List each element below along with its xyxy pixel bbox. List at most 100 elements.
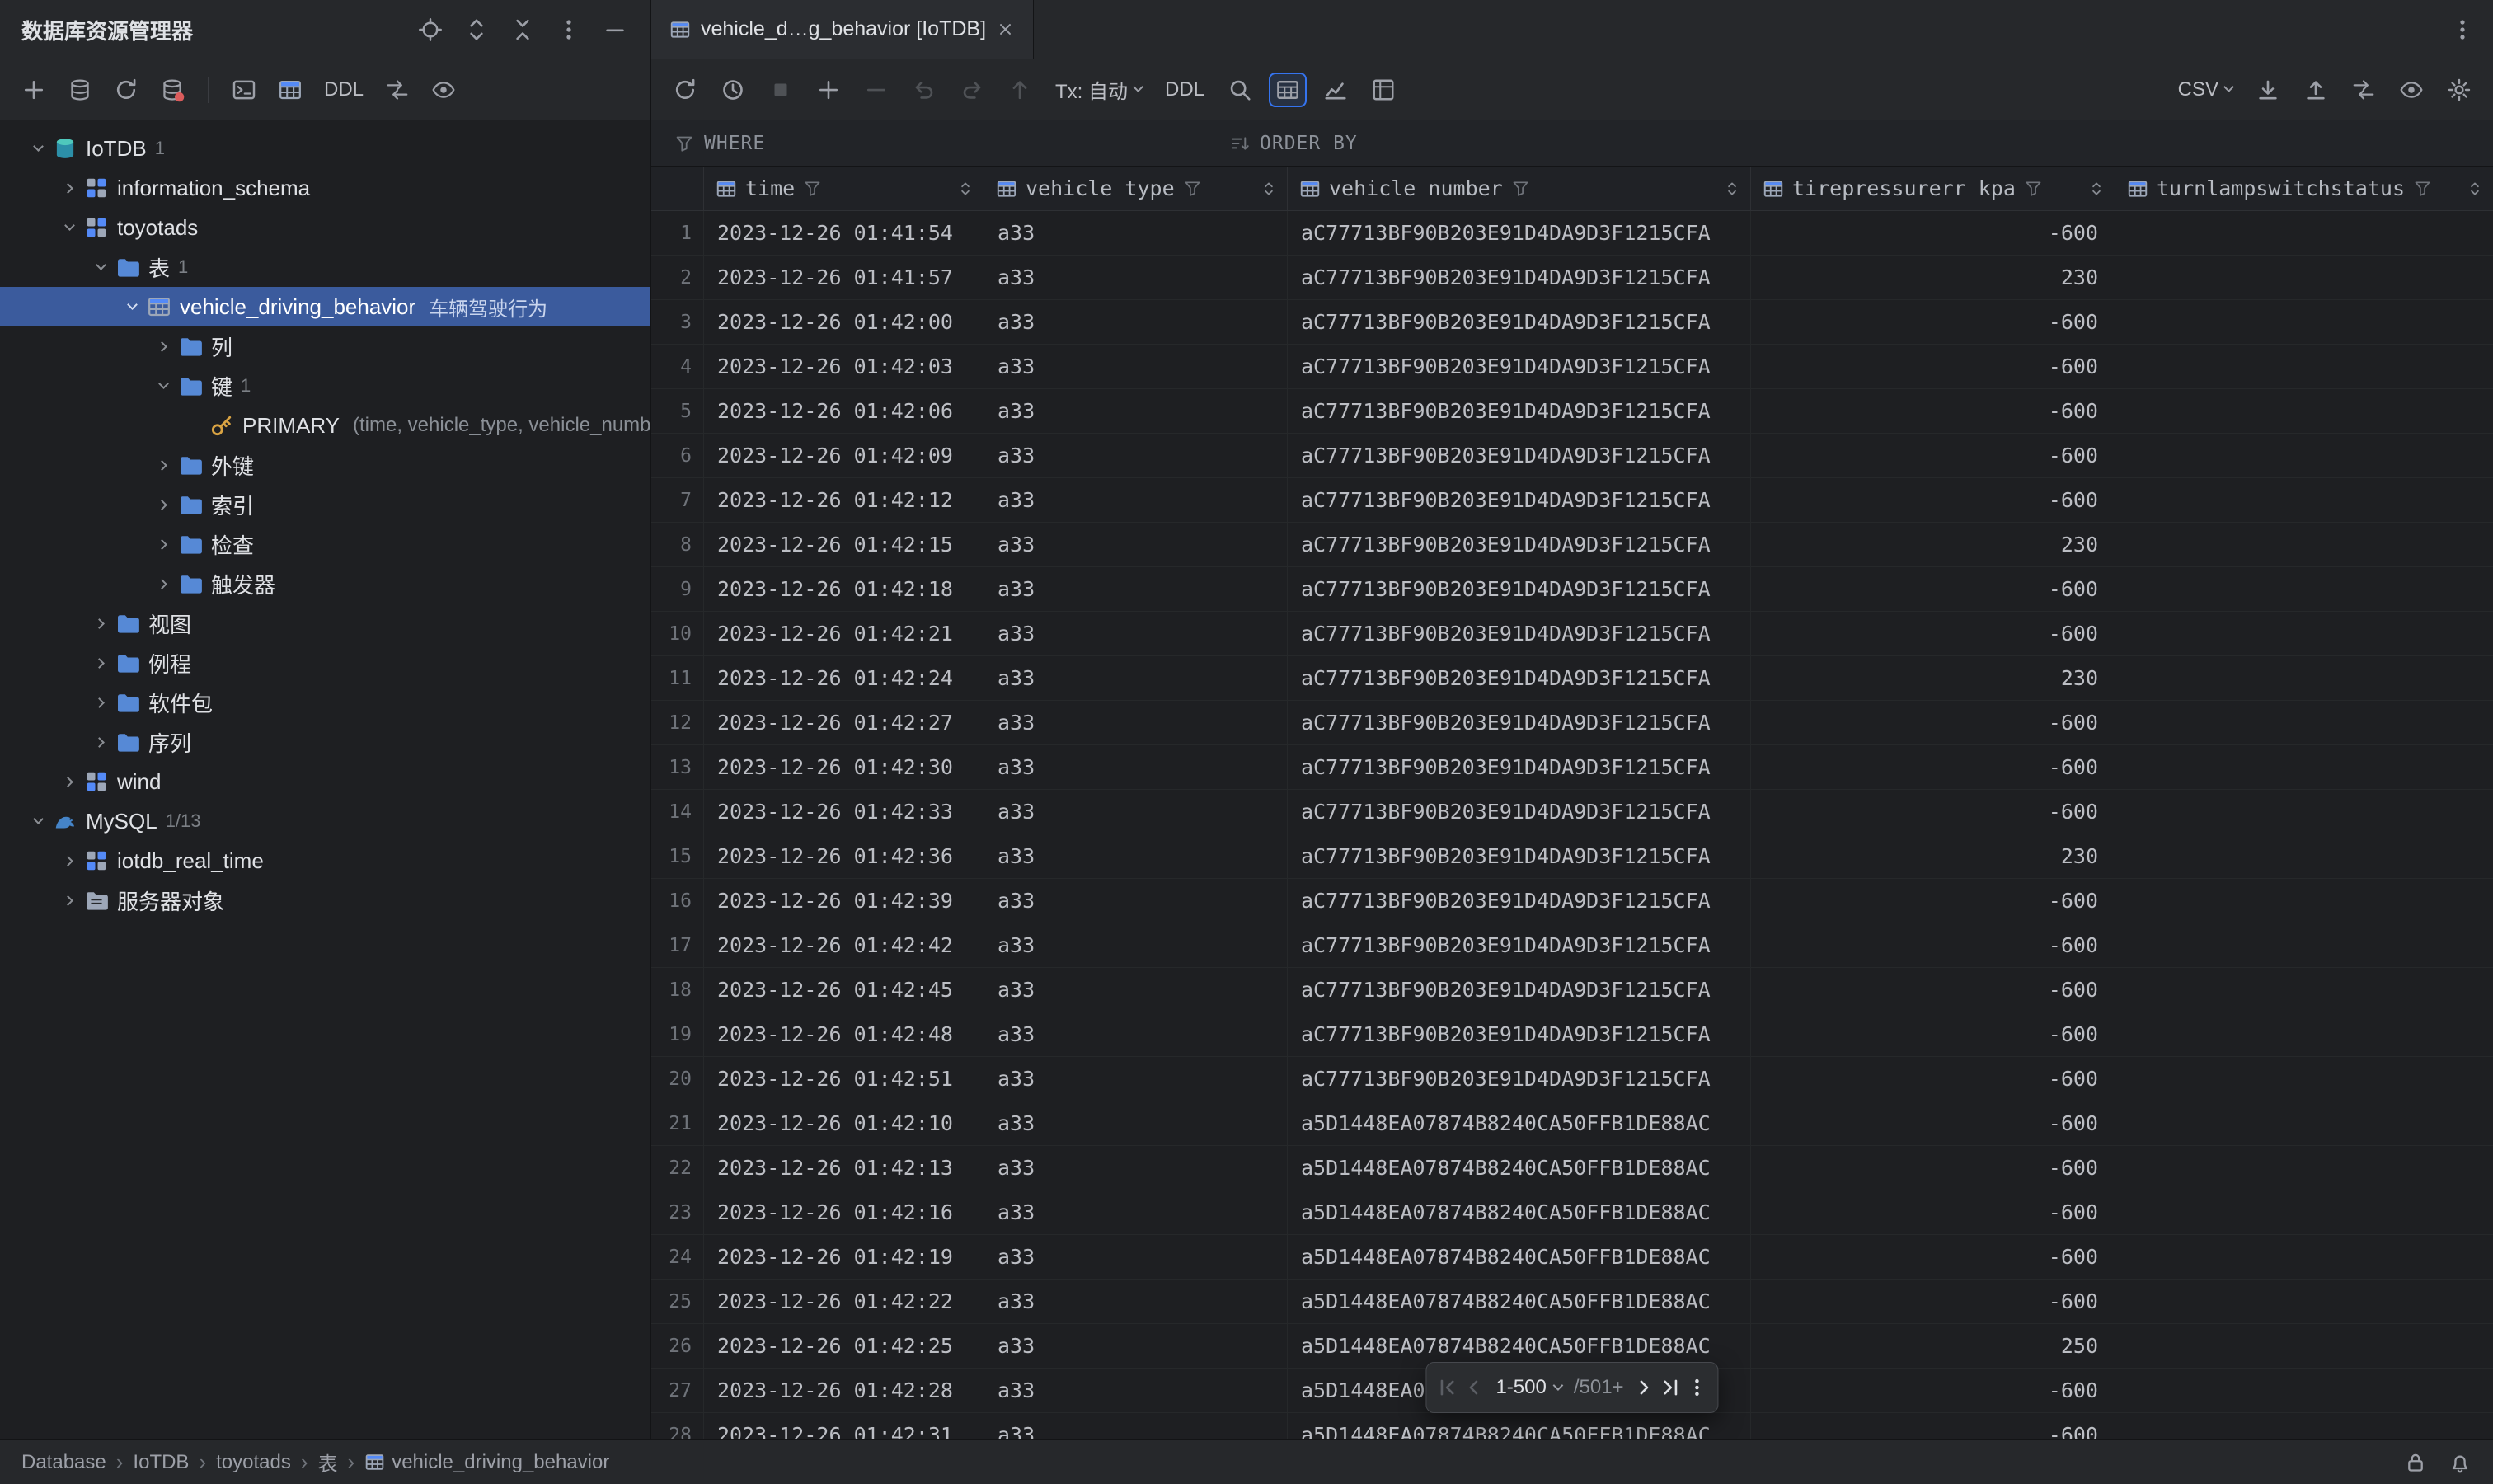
row-number[interactable]: 6 (651, 434, 704, 477)
tree-item[interactable]: 列 (0, 326, 650, 366)
tree-item[interactable]: MySQL1/13 (0, 801, 650, 841)
more-options-button[interactable] (550, 12, 588, 47)
chevron-right-icon[interactable] (153, 501, 173, 509)
cell-time[interactable]: 2023-12-26 01:42:36 (704, 834, 984, 878)
cell-vehicle_type[interactable]: a33 (984, 434, 1288, 477)
lock-icon[interactable] (2404, 1451, 2427, 1474)
cell-vehicle_type[interactable]: a33 (984, 745, 1288, 789)
cell-tirepressurerr_kpa[interactable]: 230 (1751, 656, 2115, 700)
cell-time[interactable]: 2023-12-26 01:42:22 (704, 1280, 984, 1323)
column-header-vehicle_type[interactable]: vehicle_type (984, 167, 1288, 210)
column-header-time[interactable]: time (704, 167, 984, 210)
cell-turnlampswitchstatus[interactable] (2115, 523, 2493, 566)
cell-tirepressurerr_kpa[interactable]: -600 (1751, 1235, 2115, 1279)
row-number[interactable]: 27 (651, 1369, 704, 1412)
cell-time[interactable]: 2023-12-26 01:42:30 (704, 745, 984, 789)
cell-time[interactable]: 2023-12-26 01:42:12 (704, 478, 984, 522)
cell-tirepressurerr_kpa[interactable]: -600 (1751, 389, 2115, 433)
row-number[interactable]: 1 (651, 211, 704, 255)
cell-turnlampswitchstatus[interactable] (2115, 478, 2493, 522)
cell-time[interactable]: 2023-12-26 01:42:10 (704, 1101, 984, 1145)
datasource-properties-button[interactable] (61, 73, 99, 107)
chevron-down-icon[interactable] (59, 226, 79, 229)
cell-vehicle_number[interactable]: aC77713BF90B203E91D4DA9D3F1215CFA (1288, 389, 1751, 433)
view-options-button[interactable] (2392, 73, 2430, 107)
cell-turnlampswitchstatus[interactable] (2115, 1235, 2493, 1279)
cell-turnlampswitchstatus[interactable] (2115, 1369, 2493, 1412)
cell-tirepressurerr_kpa[interactable]: -600 (1751, 1012, 2115, 1056)
cell-vehicle_type[interactable]: a33 (984, 879, 1288, 923)
cell-turnlampswitchstatus[interactable] (2115, 256, 2493, 299)
cell-vehicle_type[interactable]: a33 (984, 701, 1288, 744)
compare-data-button[interactable] (2345, 73, 2383, 107)
cell-vehicle_number[interactable]: a5D1448EA07874B8240CA50FFB1DE88AC (1288, 1146, 1751, 1190)
cell-tirepressurerr_kpa[interactable]: -600 (1751, 1413, 2115, 1439)
chevron-right-icon[interactable] (153, 462, 173, 469)
chevron-right-icon[interactable] (59, 897, 79, 904)
row-number[interactable]: 3 (651, 300, 704, 344)
cell-vehicle_number[interactable]: a5D1448EA07874B8240CA50FFB1DE88AC (1288, 1413, 1751, 1439)
cell-vehicle_type[interactable]: a33 (984, 790, 1288, 834)
chevron-down-icon[interactable] (91, 265, 110, 269)
cell-time[interactable]: 2023-12-26 01:42:33 (704, 790, 984, 834)
cell-tirepressurerr_kpa[interactable]: -600 (1751, 567, 2115, 611)
cell-time[interactable]: 2023-12-26 01:42:19 (704, 1235, 984, 1279)
cell-time[interactable]: 2023-12-26 01:42:31 (704, 1413, 984, 1439)
cell-turnlampswitchstatus[interactable] (2115, 1280, 2493, 1323)
tree-item[interactable]: 例程 (0, 643, 650, 683)
cell-turnlampswitchstatus[interactable] (2115, 434, 2493, 477)
cell-vehicle_type[interactable]: a33 (984, 1101, 1288, 1145)
cell-vehicle_number[interactable]: aC77713BF90B203E91D4DA9D3F1215CFA (1288, 1057, 1751, 1101)
tree-item[interactable]: 外键 (0, 445, 650, 485)
cell-turnlampswitchstatus[interactable] (2115, 923, 2493, 967)
compare-structure-button[interactable] (378, 73, 416, 107)
collapse-all-button[interactable] (504, 12, 542, 47)
cell-vehicle_number[interactable]: aC77713BF90B203E91D4DA9D3F1215CFA (1288, 256, 1751, 299)
chevron-right-icon[interactable] (59, 185, 79, 192)
cell-turnlampswitchstatus[interactable] (2115, 612, 2493, 655)
row-number[interactable]: 15 (651, 834, 704, 878)
cell-turnlampswitchstatus[interactable] (2115, 300, 2493, 344)
tree-item[interactable]: 视图 (0, 603, 650, 643)
tree-item[interactable]: PRIMARY(time, vehicle_type, vehicle_numb (0, 406, 650, 445)
cell-vehicle_type[interactable]: a33 (984, 567, 1288, 611)
cell-vehicle_type[interactable]: a33 (984, 1012, 1288, 1056)
tree-item[interactable]: 服务器对象 (0, 881, 650, 920)
cell-vehicle_number[interactable]: aC77713BF90B203E91D4DA9D3F1215CFA (1288, 968, 1751, 1012)
tree-item[interactable]: 表1 (0, 247, 650, 287)
cell-turnlampswitchstatus[interactable] (2115, 1324, 2493, 1368)
cell-tirepressurerr_kpa[interactable]: -600 (1751, 1280, 2115, 1323)
cell-time[interactable]: 2023-12-26 01:42:42 (704, 923, 984, 967)
close-tab-icon[interactable] (996, 20, 1015, 39)
cell-vehicle_type[interactable]: a33 (984, 1057, 1288, 1101)
cell-turnlampswitchstatus[interactable] (2115, 745, 2493, 789)
cell-vehicle_type[interactable]: a33 (984, 656, 1288, 700)
cell-vehicle_number[interactable]: aC77713BF90B203E91D4DA9D3F1215CFA (1288, 745, 1751, 789)
tree-item[interactable]: 键1 (0, 366, 650, 406)
cell-time[interactable]: 2023-12-26 01:41:57 (704, 256, 984, 299)
chevron-down-icon[interactable] (153, 384, 173, 387)
row-number[interactable]: 14 (651, 790, 704, 834)
cell-tirepressurerr_kpa[interactable]: -600 (1751, 211, 2115, 255)
cell-vehicle_type[interactable]: a33 (984, 256, 1288, 299)
cell-time[interactable]: 2023-12-26 01:42:06 (704, 389, 984, 433)
revert-button[interactable] (953, 73, 991, 107)
cell-vehicle_type[interactable]: a33 (984, 300, 1288, 344)
cell-turnlampswitchstatus[interactable] (2115, 389, 2493, 433)
cell-tirepressurerr_kpa[interactable]: -600 (1751, 434, 2115, 477)
open-table-button[interactable] (271, 73, 309, 107)
first-page-button[interactable] (1436, 1377, 1458, 1398)
cell-vehicle_type[interactable]: a33 (984, 1369, 1288, 1412)
cell-tirepressurerr_kpa[interactable]: -600 (1751, 1146, 2115, 1190)
cell-time[interactable]: 2023-12-26 01:42:03 (704, 345, 984, 388)
row-number[interactable]: 10 (651, 612, 704, 655)
cell-tirepressurerr_kpa[interactable]: 230 (1751, 834, 2115, 878)
tree-item[interactable]: toyotads (0, 208, 650, 247)
notifications-icon[interactable] (2448, 1451, 2472, 1474)
more-icon[interactable] (2450, 17, 2475, 42)
row-number[interactable]: 7 (651, 478, 704, 522)
breadcrumb-item[interactable]: 表 (318, 1448, 338, 1477)
cell-tirepressurerr_kpa[interactable]: -600 (1751, 300, 2115, 344)
cell-time[interactable]: 2023-12-26 01:42:27 (704, 701, 984, 744)
where-filter[interactable]: WHERE (651, 133, 1230, 154)
